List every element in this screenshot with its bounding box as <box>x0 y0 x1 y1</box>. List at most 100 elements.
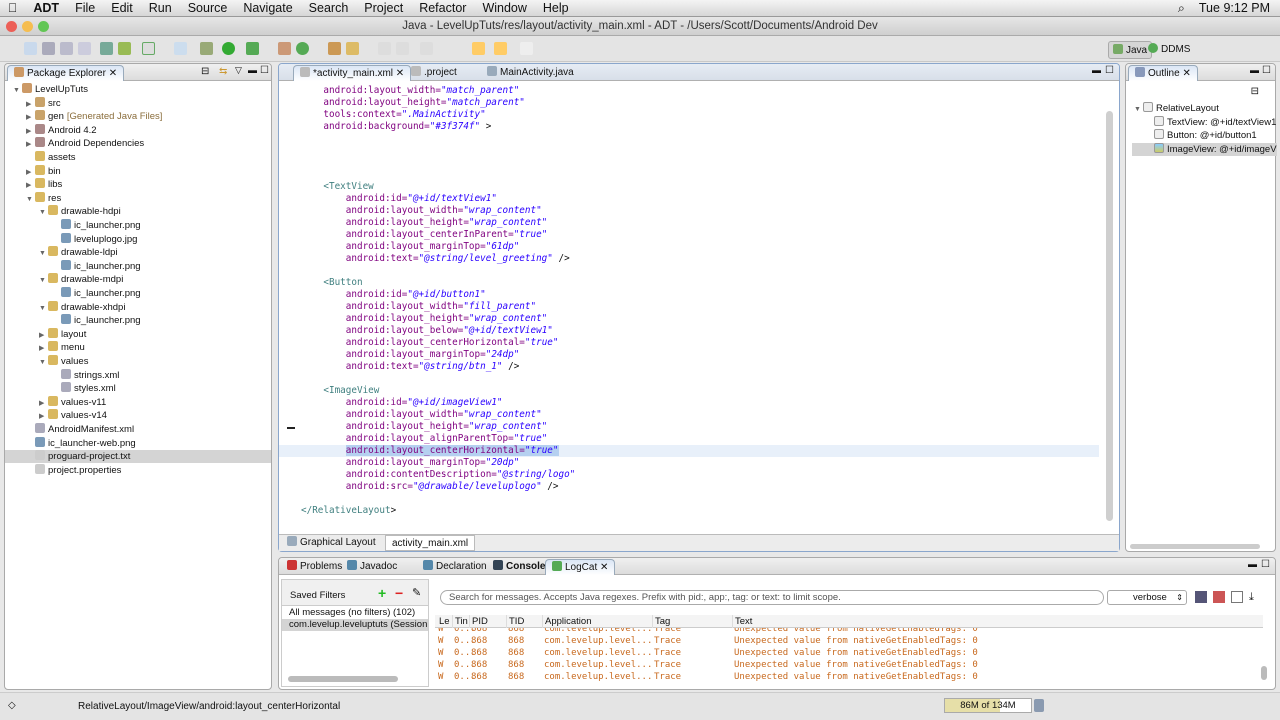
expanded-triangle-icon[interactable]: ▼ <box>1134 103 1143 115</box>
tree-item[interactable]: ▶ bin <box>5 164 271 179</box>
tree-item[interactable]: ▶ menu <box>5 341 271 354</box>
maximize-icon[interactable]: ☐ <box>1105 65 1114 76</box>
menu-file[interactable]: File <box>67 1 103 15</box>
editor-tab[interactable]: *activity_main.xml ✕ <box>293 65 412 81</box>
close-window-button[interactable] <box>6 21 17 32</box>
apple-icon[interactable]:  <box>0 1 25 15</box>
tree-item[interactable]: ▶ Android Dependencies <box>5 137 271 150</box>
minimize-icon[interactable]: ▬ <box>1250 65 1259 75</box>
tree-item[interactable]: ic_launcher.png <box>5 219 271 232</box>
column-header[interactable]: Tin <box>453 615 470 628</box>
filters-scrollbar[interactable] <box>288 676 398 682</box>
outline-item[interactable]: ImageView: @+id/imageView1 <box>1132 142 1277 156</box>
tab-outline[interactable]: Outline ✕ <box>1128 65 1198 81</box>
collapsed-triangle-icon[interactable]: ▶ <box>26 166 35 179</box>
new-android-xml-icon[interactable] <box>174 42 187 55</box>
tree-item[interactable]: ▶ values-v11 <box>5 395 271 409</box>
save-icon[interactable] <box>42 42 55 55</box>
debug-icon[interactable] <box>200 42 213 55</box>
maximize-icon[interactable]: ☐ <box>1261 559 1270 570</box>
collapsed-triangle-icon[interactable]: ▶ <box>26 111 35 124</box>
column-header[interactable]: Text <box>733 615 1263 628</box>
tree-item[interactable]: ▶ libs <box>5 178 271 191</box>
link-with-editor-icon[interactable]: ⇆ <box>219 66 227 77</box>
tree-item[interactable]: strings.xml <box>5 368 271 382</box>
tree-item[interactable]: ic_launcher-web.png <box>5 436 271 450</box>
collapsed-triangle-icon[interactable]: ▶ <box>39 342 48 355</box>
menu-source[interactable]: Source <box>180 1 236 15</box>
forward-icon[interactable] <box>520 42 533 55</box>
column-header[interactable]: TID <box>507 615 543 628</box>
tree-item[interactable]: ▼ values <box>5 355 271 368</box>
tree-item[interactable]: styles.xml <box>5 382 271 395</box>
close-icon[interactable]: ✕ <box>393 68 404 79</box>
maximize-icon[interactable]: ☐ <box>1262 65 1271 76</box>
menu-navigate[interactable]: Navigate <box>235 1 300 15</box>
expanded-triangle-icon[interactable]: ▼ <box>39 302 48 315</box>
expanded-triangle-icon[interactable]: ▼ <box>39 247 48 260</box>
print-icon[interactable] <box>78 42 91 55</box>
maximize-icon[interactable]: ☐ <box>260 65 269 76</box>
log-level-select[interactable]: verbose ⇕ <box>1107 590 1187 605</box>
tree-item[interactable]: ▶ src <box>5 96 271 110</box>
tree-item[interactable]: ▼ drawable-hdpi <box>5 205 271 218</box>
outline-scrollbar[interactable] <box>1130 544 1260 549</box>
remove-filter-icon[interactable]: − <box>395 585 403 601</box>
minimize-icon[interactable]: ▬ <box>1248 559 1257 569</box>
tree-item[interactable]: ▶ values-v14 <box>5 409 271 422</box>
menu-window[interactable]: Window <box>474 1 534 15</box>
tree-item[interactable]: ic_launcher.png <box>5 287 271 300</box>
tree-item[interactable]: ▼ drawable-xhdpi <box>5 300 271 315</box>
outline-item[interactable]: Button: @+id/button1 <box>1132 129 1277 142</box>
heap-status[interactable]: 86M of 134M <box>944 698 1032 713</box>
editor-tab[interactable]: MainActivity.java <box>481 65 580 81</box>
view-menu-icon[interactable]: ▽ <box>235 65 242 76</box>
editor-mode-tab[interactable]: Graphical Layout <box>281 535 382 551</box>
tree-item[interactable]: leveluplogo.jpg <box>5 232 271 246</box>
expanded-triangle-icon[interactable]: ▼ <box>26 193 35 206</box>
collapsed-triangle-icon[interactable]: ▶ <box>26 138 35 151</box>
tab-javadoc[interactable]: Javadoc <box>341 559 403 575</box>
save-log-icon[interactable] <box>1195 591 1207 603</box>
tree-item[interactable]: ▼ drawable-ldpi <box>5 246 271 259</box>
edit-filter-icon[interactable]: ✎ <box>412 586 421 599</box>
java-perspective-button[interactable]: Java <box>1108 41 1153 59</box>
tree-item[interactable]: ic_launcher.png <box>5 259 271 273</box>
logcat-scrollbar[interactable] <box>1261 666 1267 680</box>
tab-logcat[interactable]: LogCat ✕ <box>545 559 616 575</box>
pin-icon[interactable] <box>420 42 433 55</box>
tab-problems[interactable]: Problems <box>281 559 348 575</box>
clear-log-icon[interactable] <box>1213 591 1225 603</box>
menu-refactor[interactable]: Refactor <box>411 1 474 15</box>
collapse-all-icon[interactable]: ⊟ <box>201 66 209 77</box>
collapsed-triangle-icon[interactable]: ▶ <box>26 179 35 192</box>
outline-item[interactable]: ▼ RelativeLayout <box>1132 102 1277 115</box>
ddms-perspective-button[interactable]: DDMS <box>1148 43 1190 55</box>
tree-item[interactable]: ▶ layout <box>5 327 271 342</box>
editor-mode-tab[interactable]: activity_main.xml <box>385 535 476 551</box>
sdk-manager-icon[interactable] <box>100 42 113 55</box>
tree-item[interactable]: ic_launcher.png <box>5 314 271 327</box>
log-row[interactable]: W 0... 868 868 com.levelup.level... Trace Unex… <box>435 647 1263 659</box>
save-all-icon[interactable] <box>60 42 73 55</box>
menu-project[interactable]: Project <box>356 1 411 15</box>
tree-item[interactable]: proguard-project.txt <box>5 450 271 464</box>
expanded-triangle-icon[interactable]: ▼ <box>13 84 22 97</box>
editor-scrollbar[interactable] <box>1106 111 1113 521</box>
external-tools-icon[interactable] <box>246 42 259 55</box>
toggle-filters-icon[interactable] <box>1231 591 1243 603</box>
lint-icon[interactable] <box>142 42 155 55</box>
log-row[interactable]: W 0... 868 868 com.levelup.level... Trace Unex… <box>435 671 1263 683</box>
filter-all-messages[interactable]: All messages (no filters) (102) <box>282 607 428 619</box>
collapsed-triangle-icon[interactable]: ▶ <box>39 329 48 342</box>
collapse-all-icon[interactable]: ⊟ <box>1251 86 1259 97</box>
new-icon[interactable] <box>24 42 37 55</box>
expanded-triangle-icon[interactable]: ▼ <box>39 274 48 287</box>
menu-help[interactable]: Help <box>535 1 577 15</box>
close-icon[interactable]: ✕ <box>109 68 117 79</box>
scroll-lock-icon[interactable]: ⤓ <box>1249 591 1254 604</box>
toggle-mark-icon[interactable] <box>378 42 391 55</box>
close-icon[interactable]: ✕ <box>597 562 608 573</box>
column-header[interactable]: PID <box>470 615 507 628</box>
xml-code-editor[interactable]: android:layout_width="match_parent" andr… <box>279 81 1119 534</box>
